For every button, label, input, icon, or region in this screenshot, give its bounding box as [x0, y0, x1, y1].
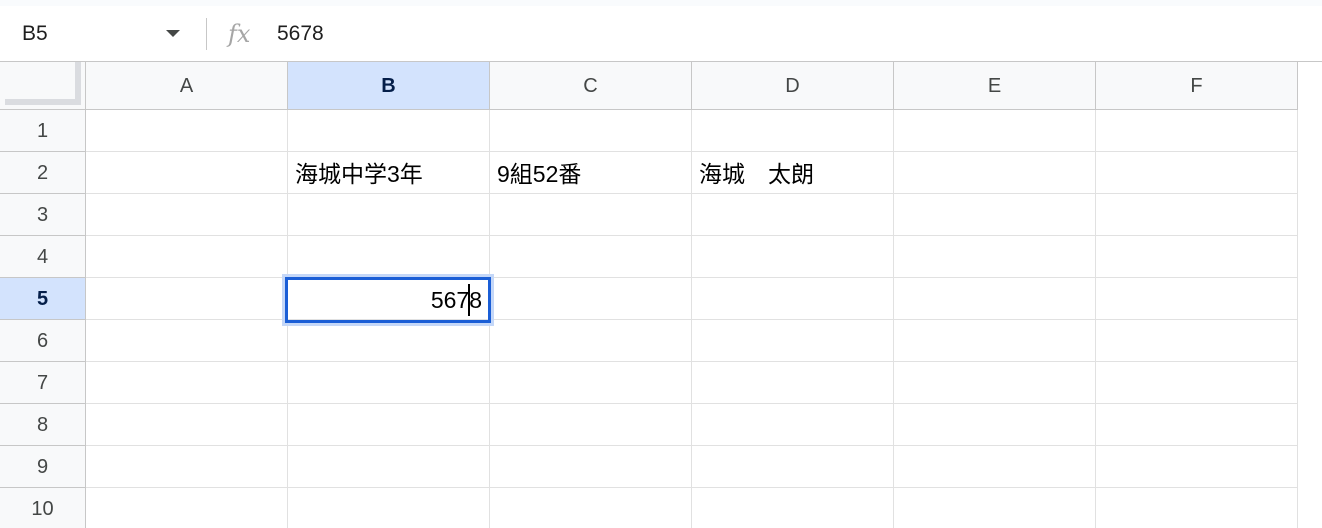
cell-d5[interactable] — [692, 278, 894, 320]
cell-e8[interactable] — [894, 404, 1096, 446]
cell-a4[interactable] — [86, 236, 288, 278]
name-box[interactable]: B5 — [0, 14, 196, 54]
cell-a2[interactable] — [86, 152, 288, 194]
cell-b1[interactable] — [288, 110, 490, 152]
cell-f5[interactable] — [1096, 278, 1298, 320]
cell-f8[interactable] — [1096, 404, 1298, 446]
cell-e1[interactable] — [894, 110, 1096, 152]
cell-e2[interactable] — [894, 152, 1096, 194]
name-box-value[interactable]: B5 — [22, 14, 48, 54]
cell-e9[interactable] — [894, 446, 1096, 488]
cell-e10[interactable] — [894, 488, 1096, 528]
column-header-f[interactable]: F — [1096, 62, 1298, 110]
row-header-7[interactable]: 7 — [0, 362, 86, 404]
cell-a6[interactable] — [86, 320, 288, 362]
formula-input[interactable]: 5678 — [277, 14, 324, 54]
cell-f2[interactable] — [1096, 152, 1298, 194]
cell-e7[interactable] — [894, 362, 1096, 404]
cell-c10[interactable] — [490, 488, 692, 528]
cell-b8[interactable] — [288, 404, 490, 446]
cell-f1[interactable] — [1096, 110, 1298, 152]
column-header-a[interactable]: A — [86, 62, 288, 110]
cell-c1[interactable] — [490, 110, 692, 152]
cell-b6[interactable] — [288, 320, 490, 362]
dropdown-arrow-icon[interactable] — [166, 30, 180, 37]
cell-c2[interactable]: 9組52番 — [490, 152, 692, 194]
cell-b7[interactable] — [288, 362, 490, 404]
cell-e4[interactable] — [894, 236, 1096, 278]
cell-d8[interactable] — [692, 404, 894, 446]
cell-f6[interactable] — [1096, 320, 1298, 362]
cell-b10[interactable] — [288, 488, 490, 528]
cell-c8[interactable] — [490, 404, 692, 446]
row-header-6[interactable]: 6 — [0, 320, 86, 362]
cell-b4[interactable] — [288, 236, 490, 278]
cell-a7[interactable] — [86, 362, 288, 404]
cell-a3[interactable] — [86, 194, 288, 236]
cell-b9[interactable] — [288, 446, 490, 488]
cell-a8[interactable] — [86, 404, 288, 446]
cell-c7[interactable] — [490, 362, 692, 404]
column-header-b[interactable]: B — [288, 62, 490, 110]
cell-d3[interactable] — [692, 194, 894, 236]
cell-d4[interactable] — [692, 236, 894, 278]
text-caret — [468, 284, 470, 316]
cell-f4[interactable] — [1096, 236, 1298, 278]
cell-a9[interactable] — [86, 446, 288, 488]
cell-b5[interactable]: 5678 — [288, 278, 490, 320]
row-header-4[interactable]: 4 — [0, 236, 86, 278]
cell-a5[interactable] — [86, 278, 288, 320]
cell-f3[interactable] — [1096, 194, 1298, 236]
row-header-8[interactable]: 8 — [0, 404, 86, 446]
cell-c3[interactable] — [490, 194, 692, 236]
cell-f10[interactable] — [1096, 488, 1298, 528]
select-all-corner[interactable] — [0, 62, 86, 110]
cell-c4[interactable] — [490, 236, 692, 278]
cell-a10[interactable] — [86, 488, 288, 528]
cell-e5[interactable] — [894, 278, 1096, 320]
cell-e3[interactable] — [894, 194, 1096, 236]
cell-e6[interactable] — [894, 320, 1096, 362]
cell-f9[interactable] — [1096, 446, 1298, 488]
row-header-3[interactable]: 3 — [0, 194, 86, 236]
cell-d10[interactable] — [692, 488, 894, 528]
fx-icon: fx — [228, 20, 251, 48]
row-header-5[interactable]: 5 — [0, 278, 86, 320]
cell-b3[interactable] — [288, 194, 490, 236]
cell-d2[interactable]: 海城 太朗 — [692, 152, 894, 194]
column-header-e[interactable]: E — [894, 62, 1096, 110]
cell-a1[interactable] — [86, 110, 288, 152]
cell-d6[interactable] — [692, 320, 894, 362]
column-header-d[interactable]: D — [692, 62, 894, 110]
cell-d1[interactable] — [692, 110, 894, 152]
formula-bar-divider — [206, 18, 207, 50]
cell-c5[interactable] — [490, 278, 692, 320]
row-header-1[interactable]: 1 — [0, 110, 86, 152]
cell-c6[interactable] — [490, 320, 692, 362]
row-header-10[interactable]: 10 — [0, 488, 86, 528]
row-header-2[interactable]: 2 — [0, 152, 86, 194]
formula-bar: B5 fx 5678 — [0, 6, 1322, 62]
cell-f7[interactable] — [1096, 362, 1298, 404]
cell-d7[interactable] — [692, 362, 894, 404]
spreadsheet-grid: A B C D E F 1 2 3 4 5 6 7 8 9 10 海城中学3年 9… — [0, 62, 1322, 528]
cell-d9[interactable] — [692, 446, 894, 488]
column-header-c[interactable]: C — [490, 62, 692, 110]
row-header-9[interactable]: 9 — [0, 446, 86, 488]
cell-c9[interactable] — [490, 446, 692, 488]
cell-b2[interactable]: 海城中学3年 — [288, 152, 490, 194]
